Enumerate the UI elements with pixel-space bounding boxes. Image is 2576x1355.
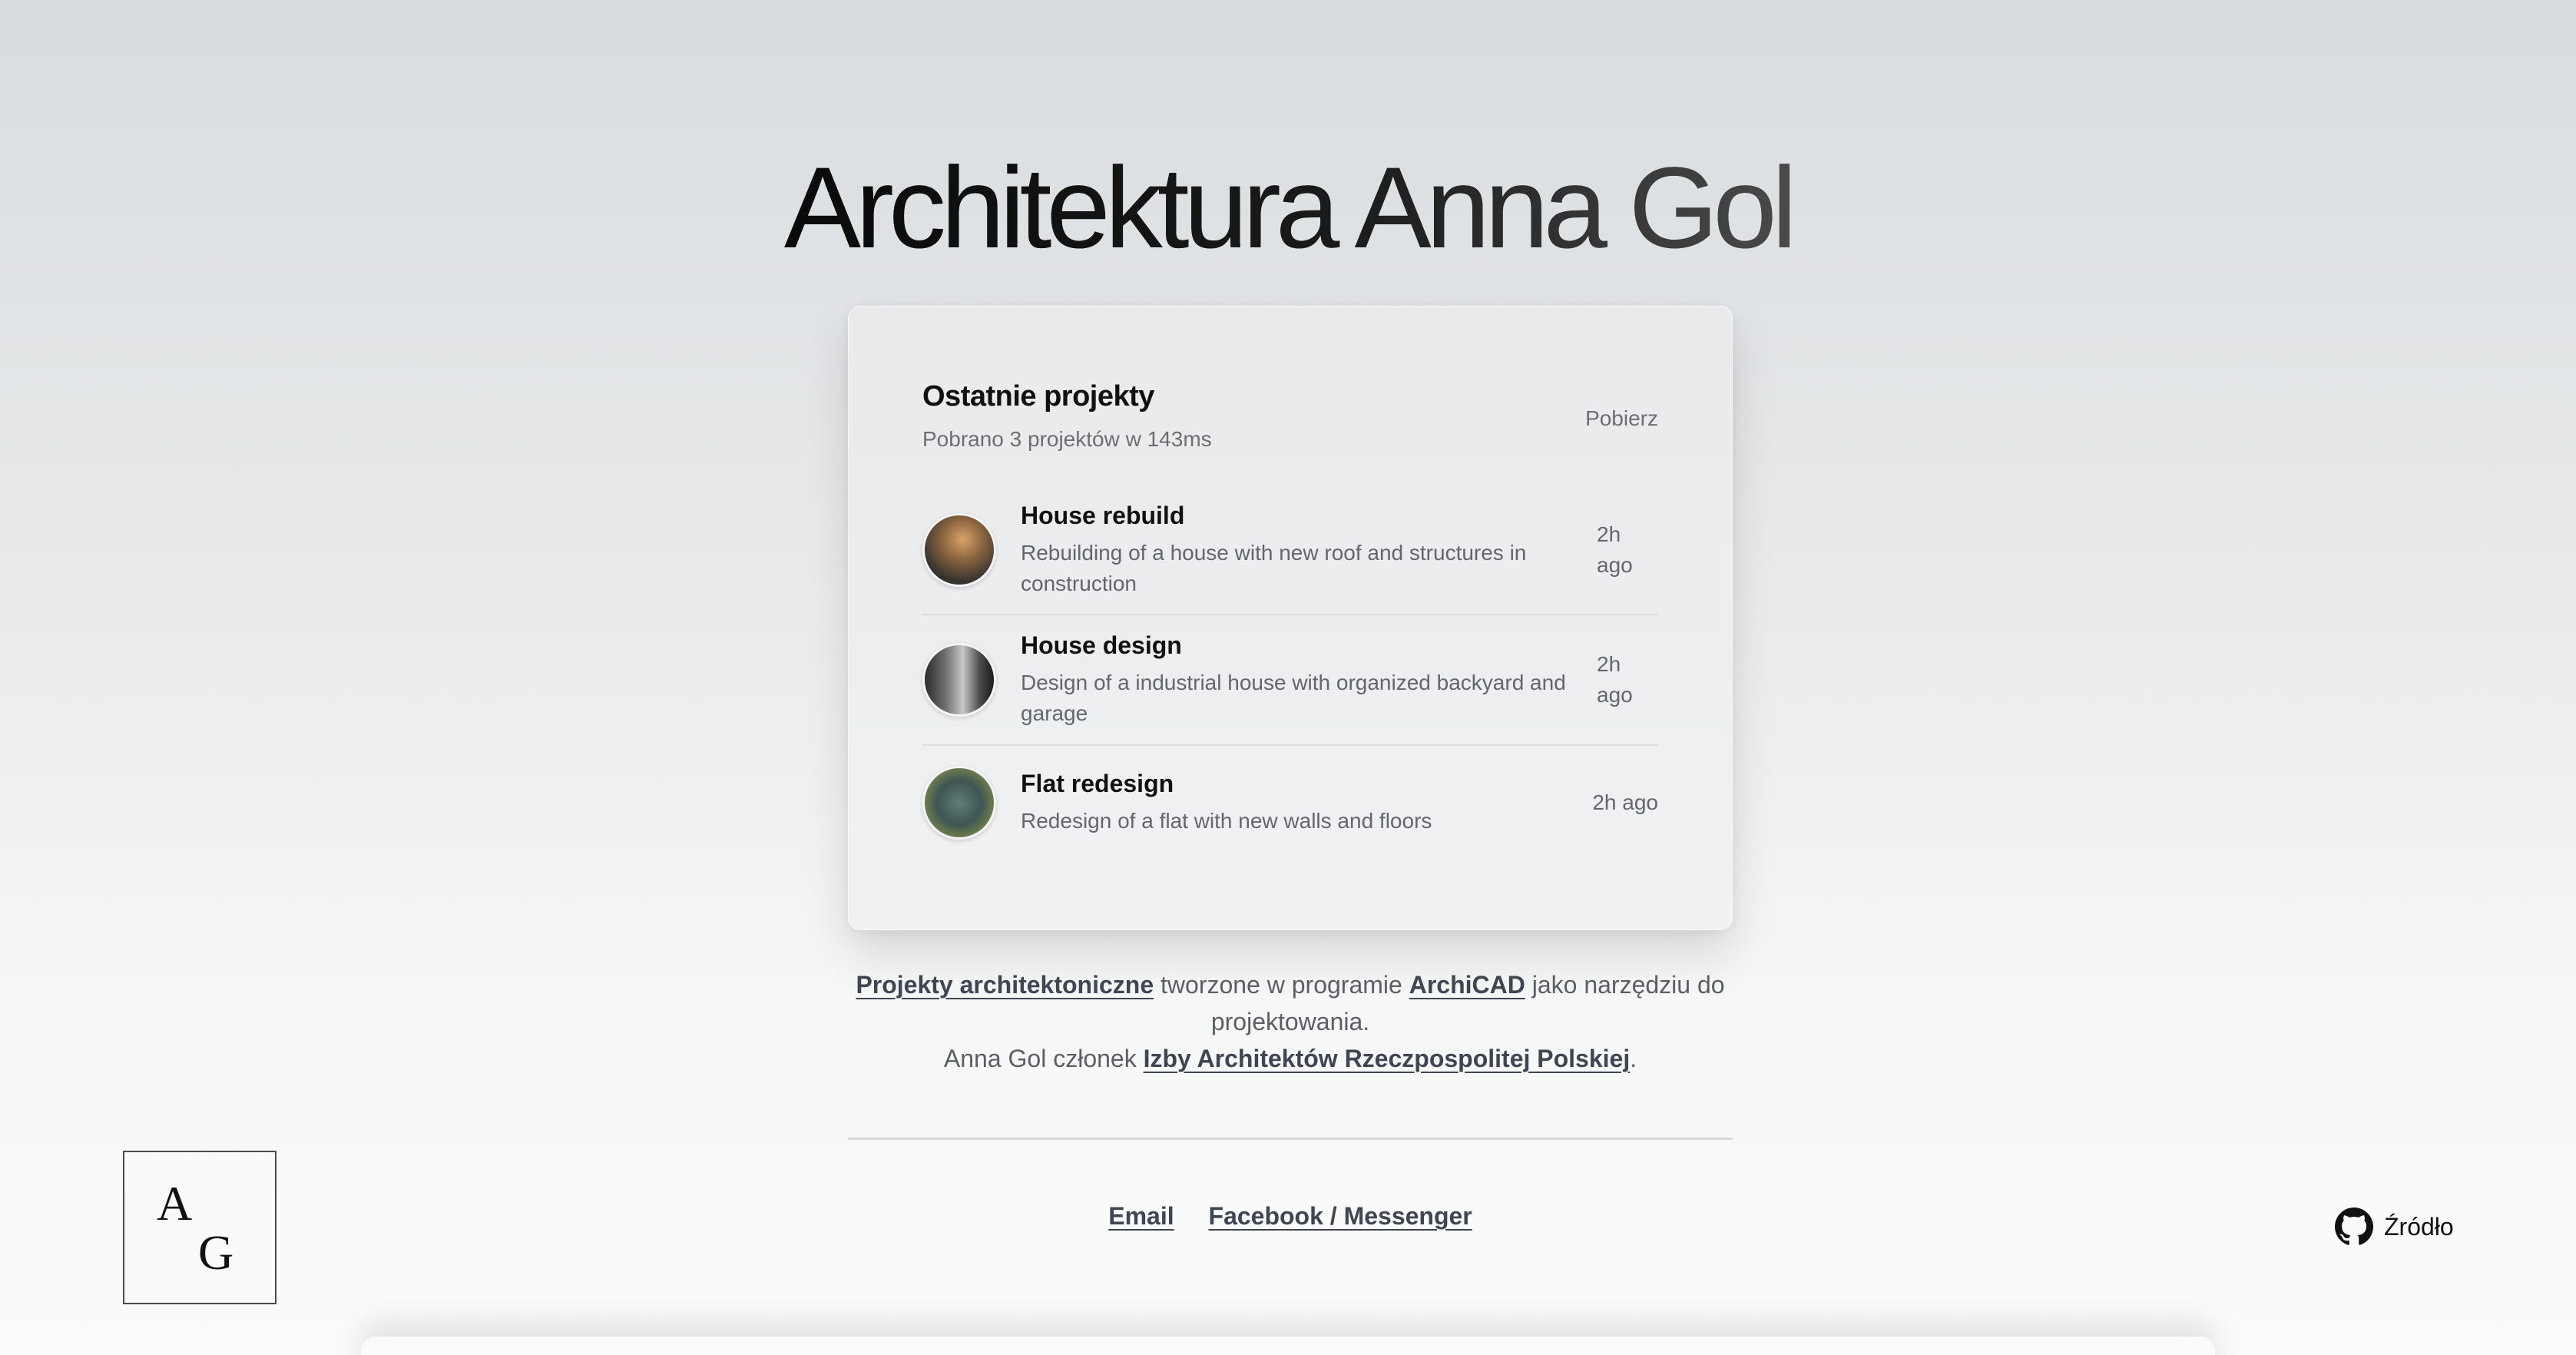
project-title: House rebuild [1021,501,1185,529]
card-header: Ostatnie projekty Pobrano 3 projektów w … [922,380,1658,465]
card-title: Ostatnie projekty [922,380,1154,412]
about-text-part: . [1630,1045,1637,1072]
divider [848,1138,1733,1140]
archicad-link[interactable]: ArchiCAD [1409,971,1525,999]
project-description: Rebuilding of a house with new roof and … [1021,540,1527,595]
about-text-part: Anna Gol członek [943,1045,1144,1072]
list-item[interactable]: House rebuild Rebuilding of a house with… [922,486,1658,615]
recent-projects-card: Ostatnie projekty Pobrano 3 projektów w … [848,306,1733,930]
card-subtitle: Pobrano 3 projektów w 143ms [922,427,1212,451]
source-link[interactable]: Źródło [2335,1208,2454,1246]
project-title: Flat redesign [1021,769,1174,797]
project-time: 2h ago [1592,790,1658,814]
list-item[interactable]: Flat redesign Redesign of a flat with ne… [922,746,1658,860]
facebook-messenger-link[interactable]: Facebook / Messenger [1209,1202,1472,1230]
page-title: Architektura Anna Gol [0,131,2576,284]
logo-letter-g: G [198,1225,234,1280]
github-icon [2335,1208,2373,1245]
project-time: 2h ago [1597,522,1633,577]
logo-letter-a: A [157,1176,193,1231]
project-time: 2h ago [1597,652,1633,707]
email-link[interactable]: Email [1108,1202,1174,1230]
logo: A G [123,1151,276,1304]
project-thumbnail [922,513,996,587]
download-button[interactable]: Pobierz [1585,406,1658,431]
project-description: Design of a industrial house with organi… [1021,670,1566,725]
project-description: Redesign of a flat with new walls and fl… [1021,808,1432,833]
architectural-projects-link[interactable]: Projekty architektoniczne [856,971,1154,999]
about-text: Projekty architektoniczne tworzone w pro… [848,966,1733,1077]
footer-links: Email Facebook / Messenger [848,1202,1733,1231]
list-item[interactable]: House design Design of a industrial hous… [922,615,1658,746]
project-thumbnail [922,643,996,717]
chamber-of-architects-link[interactable]: Izby Architektów Rzeczpospolitej Polskie… [1144,1045,1631,1072]
project-thumbnail [922,766,996,840]
about-text-part: tworzone w programie [1154,971,1409,999]
source-label: Źródło [2384,1212,2454,1241]
project-title: House design [1021,631,1182,659]
bottom-panel-edge [361,1337,2215,1355]
project-list: House rebuild Rebuilding of a house with… [922,486,1658,860]
